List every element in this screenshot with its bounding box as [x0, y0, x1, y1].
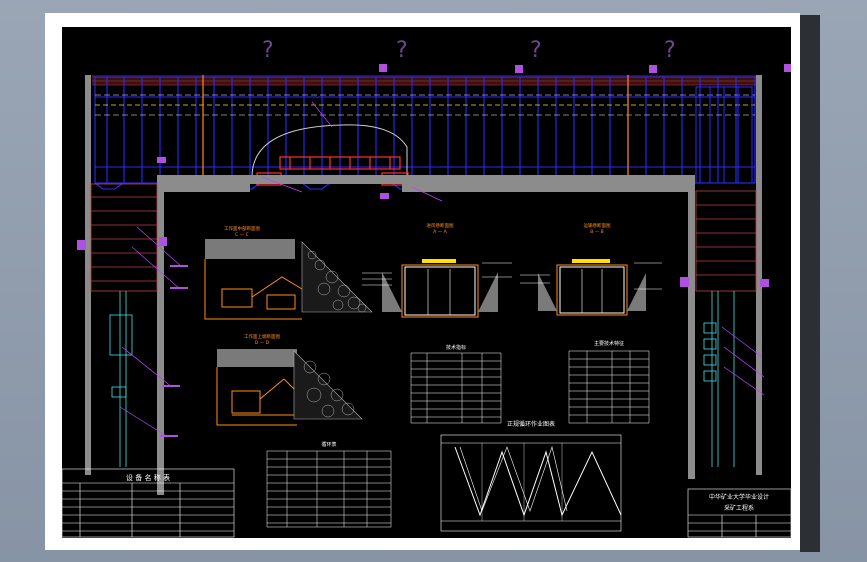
table-title: 主要技术特征 [594, 340, 624, 347]
right-roadway [695, 190, 757, 292]
table-title: 技术指标 [446, 344, 466, 351]
face-conveyor [94, 76, 756, 190]
cycle-chart [440, 434, 622, 532]
section-title: 工作面中部断面图 [224, 225, 260, 232]
section-title: 进风巷断面图 [427, 222, 454, 229]
frame-shadow [800, 15, 820, 552]
section-view-dd: 工作面上端断面图 D — D [216, 333, 363, 426]
section-sub: D — D [255, 340, 270, 346]
section-sub: A — A [433, 229, 447, 235]
table-title: 循环表 [321, 441, 336, 448]
unknown-marker: ? [530, 38, 542, 63]
title-block-line1: 中华矿业大学毕业设计 [709, 493, 769, 501]
section-view-bb: 运输巷断面图 B — B [520, 222, 662, 316]
equipment-table-title: 设 备 名 称 表 [126, 473, 170, 482]
feature-table [568, 350, 650, 424]
unknown-marker: ? [664, 38, 676, 63]
section-title: 运输巷断面图 [584, 222, 611, 229]
technical-table [410, 352, 502, 424]
section-view-cc: 工作面中部断面图 C — C [204, 225, 373, 320]
unknown-marker: ? [396, 38, 408, 63]
section-sub: C — C [235, 232, 249, 238]
unknown-marker: ? [262, 38, 274, 63]
chart-title: 正规循环作业图表 [507, 420, 555, 428]
section-sub: B — B [590, 229, 604, 235]
section-view-aa: 进风巷断面图 A — A [362, 222, 512, 318]
left-roadway [90, 183, 158, 292]
cad-drawing-sheet: ? ? ? ? ? [62, 27, 791, 538]
cycle-table [266, 450, 392, 528]
right-cyan-devices [703, 291, 735, 467]
section-title: 工作面上端断面图 [244, 333, 280, 340]
cad-drawing: ? ? ? ? ? [62, 38, 791, 538]
title-block-line2: 采矿工程系 [724, 504, 754, 512]
roadway-walls [85, 75, 762, 495]
